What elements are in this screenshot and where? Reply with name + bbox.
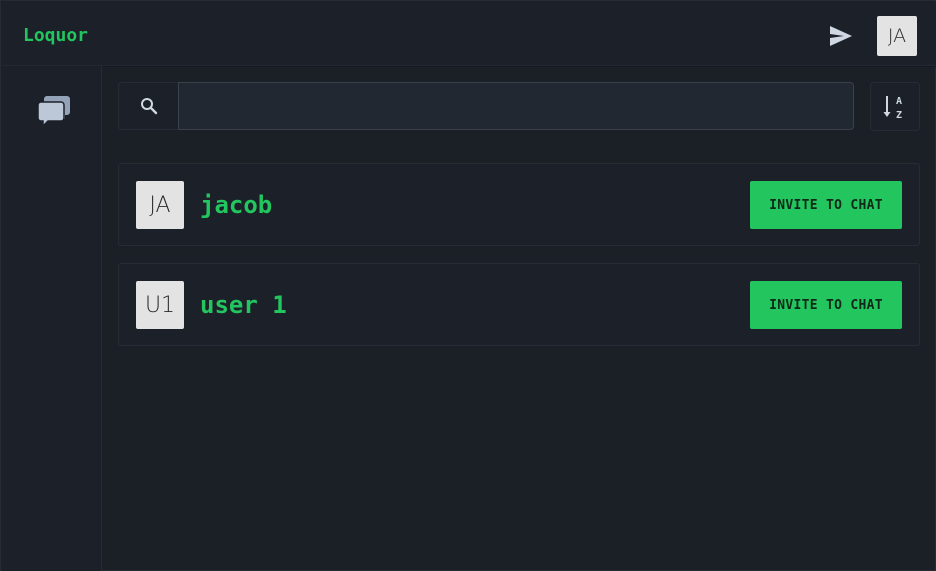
list-item: U1 user 1 INVITE TO CHAT: [118, 263, 920, 346]
sort-button[interactable]: A Z: [870, 82, 920, 131]
avatar: JA: [136, 181, 184, 229]
send-button[interactable]: [827, 22, 855, 50]
svg-text:A: A: [896, 96, 902, 107]
search-input[interactable]: [178, 82, 854, 130]
search-bar: [118, 82, 854, 130]
app-brand[interactable]: Loquor: [23, 25, 88, 46]
invite-to-chat-button[interactable]: INVITE TO CHAT: [750, 181, 902, 229]
user-name: jacob: [200, 191, 273, 219]
list-item: JA jacob INVITE TO CHAT: [118, 163, 920, 246]
send-icon: [830, 26, 852, 46]
current-user-avatar[interactable]: JA: [877, 16, 917, 56]
chat-bubbles-icon: [37, 96, 70, 128]
search-icon: [140, 98, 157, 115]
top-bar: Loquor JA: [2, 2, 936, 66]
avatar: U1: [136, 281, 184, 329]
sidebar: [2, 66, 102, 571]
svg-text:Z: Z: [896, 110, 902, 121]
invite-to-chat-button[interactable]: INVITE TO CHAT: [750, 281, 902, 329]
search-icon-box: [118, 82, 178, 130]
sidebar-item-chats[interactable]: [37, 94, 71, 128]
user-name: user 1: [200, 291, 287, 319]
sort-alpha-down-icon: A Z: [883, 95, 902, 121]
app-window: Loquor JA A Z JA jacob INVITE TO CHAT U1…: [0, 0, 936, 571]
